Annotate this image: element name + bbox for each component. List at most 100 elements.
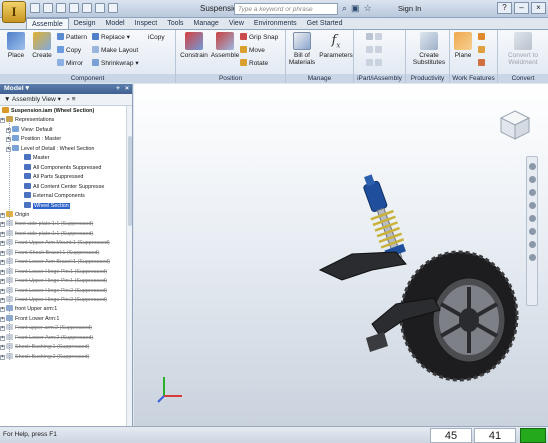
tree-node[interactable]: All Content Center Suppresse [24,182,104,192]
tree-node[interactable]: + front Upper arm:1 [0,305,57,314]
constrained-orbit-icon[interactable] [528,241,536,248]
grip-snap-button[interactable]: Grip Snap [240,33,278,42]
ipart-row-3[interactable] [366,59,384,68]
tree-node[interactable]: Suspension.iam (Wheel Section) [2,107,94,116]
undo-icon[interactable] [69,3,79,13]
tree-node[interactable]: + Front Upper Hinge Pin:2 (Suppressed) [0,296,107,305]
ipart-row-2[interactable] [366,46,384,55]
close-icon[interactable]: × [531,2,546,14]
parameters-button[interactable]: fx Parameters [319,32,353,59]
tab-get-started[interactable]: Get Started [302,18,348,29]
expand-toggle[interactable]: + [0,326,5,332]
tree-node[interactable]: + Position : Master [6,135,61,144]
move-button[interactable]: Move [240,46,265,55]
expand-toggle[interactable]: + [0,307,5,313]
create-button[interactable]: Create [27,32,57,59]
tree-node[interactable]: + Front Upper Hinge Pin:1 (Suppressed) [0,277,107,286]
point-button[interactable] [478,46,487,55]
find-icon[interactable]: ⌕ [66,96,70,103]
tree-node[interactable]: All Parts Suppressed [24,173,83,182]
tree-node[interactable]: + Representations [0,116,54,125]
tree-node[interactable]: Master [24,154,49,163]
menu-icon[interactable]: ≡ [72,96,76,103]
tree-node[interactable]: + Level of Detail : Wheel Section [6,144,94,154]
expand-toggle[interactable]: + [0,288,5,294]
expand-toggle[interactable]: + [0,316,5,322]
assemble-button[interactable]: Assemble [210,32,240,59]
zoom-all-icon[interactable] [528,228,536,235]
nav-menu-icon[interactable] [528,254,536,261]
tab-assemble[interactable]: Assemble [26,18,69,29]
tab-environments[interactable]: Environments [249,18,302,29]
make-layout-button[interactable]: Make Layout [92,46,138,55]
scroll-thumb[interactable] [128,136,132,226]
axis-button[interactable] [478,33,487,42]
filter-icon[interactable]: ▼ [4,96,10,103]
tree-node[interactable]: + Front upper arm:2 (Suppressed) [0,324,92,333]
expand-toggle[interactable]: + [0,345,5,351]
tree-node[interactable]: + front side plate:1:1 (Suppressed) [0,229,93,239]
steering-wheel-icon[interactable] [528,163,536,170]
tree-node[interactable]: External Components [24,192,85,201]
minimize-icon[interactable]: – [514,2,529,14]
tab-manage[interactable]: Manage [189,18,224,29]
ipart-row-1[interactable] [366,33,384,42]
tab-model[interactable]: Model [101,18,130,29]
expand-toggle[interactable]: + [0,118,5,124]
application-menu-button[interactable]: I [2,1,26,23]
mirror-button[interactable]: Mirror [57,59,83,68]
assembly-view-dropdown[interactable]: Assembly View [12,96,56,103]
tree-node[interactable]: + Front Lower Hinge Pin:1 (Suppressed) [0,267,107,277]
search-input[interactable]: Type a keyword or phrase [234,3,338,15]
ucs-button[interactable] [478,59,487,68]
convert-to-weldment-button[interactable]: Convert to Weldment [502,32,544,66]
expand-toggle[interactable]: + [0,335,5,341]
expand-toggle[interactable]: + [0,260,5,266]
tree-node[interactable]: + Front Lower Arm:1 [0,314,59,324]
pattern-button[interactable]: Pattern [57,33,87,42]
copy-button[interactable]: Copy [57,46,81,55]
icopy-button[interactable]: iCopy [148,33,165,42]
tree-node[interactable]: All Components Suppressed [24,163,101,173]
zoom-icon[interactable] [528,189,536,196]
tree-node[interactable]: + Shock Bushing:1 (Suppressed) [0,343,89,352]
tree-node[interactable]: + front side plate:1:1 (Suppressed) [0,220,93,229]
add-icon[interactable]: + [116,84,120,94]
expand-toggle[interactable]: + [0,241,5,247]
viewcube-icon[interactable] [498,108,532,142]
expand-toggle[interactable]: + [0,250,5,256]
expand-toggle[interactable]: + [0,222,5,228]
binoculars-icon[interactable]: ⌕ [342,3,347,14]
update-icon[interactable] [108,3,118,13]
tree-node[interactable]: + Front Upper Arm Mount:1 (Suppressed) [0,239,110,248]
favorites-icon[interactable]: ☆ [364,3,372,14]
rotate-button[interactable]: Rotate [240,59,268,68]
tree-node[interactable]: Wheel Section [24,201,70,211]
create-substitutes-button[interactable]: Create Substitutes [411,32,447,66]
tree-node[interactable]: + Front Lower Hinge Pin:2 (Suppressed) [0,286,107,296]
expand-toggle[interactable]: + [0,279,5,285]
pan-icon[interactable] [528,176,536,183]
expand-toggle[interactable]: + [0,212,5,218]
new-icon[interactable] [30,3,40,13]
tree-node[interactable]: + Shock Bushing:2 (Suppressed) [0,352,89,362]
expand-toggle[interactable]: + [0,354,5,360]
tree-node[interactable]: + View: Default [6,125,53,135]
tree-node[interactable]: + Front Shock Bracel:1 (Suppressed) [0,248,99,258]
constrain-button[interactable]: Constrain [178,32,210,59]
orbit-icon[interactable] [528,202,536,209]
tree-node[interactable]: + Front Lower Arm:2 (Suppressed) [0,333,93,343]
graphics-viewport[interactable] [134,84,548,426]
tree-node[interactable]: + Front Lower Arm Bracel:1 (Suppressed) [0,258,110,267]
save-icon[interactable] [56,3,66,13]
close-panel-icon[interactable]: × [125,84,129,94]
tab-view[interactable]: View [224,18,249,29]
look-at-icon[interactable] [528,215,536,222]
plane-button[interactable]: Plane [450,32,476,59]
expand-toggle[interactable]: + [0,231,5,237]
bill-of-materials-button[interactable]: Bill of Materials [287,32,317,66]
shrinkwrap-button[interactable]: Shrinkwrap ▾ [92,59,139,68]
select-icon[interactable] [95,3,105,13]
tab-tools[interactable]: Tools [162,18,188,29]
subscription-icon[interactable]: ▣ [351,3,360,14]
